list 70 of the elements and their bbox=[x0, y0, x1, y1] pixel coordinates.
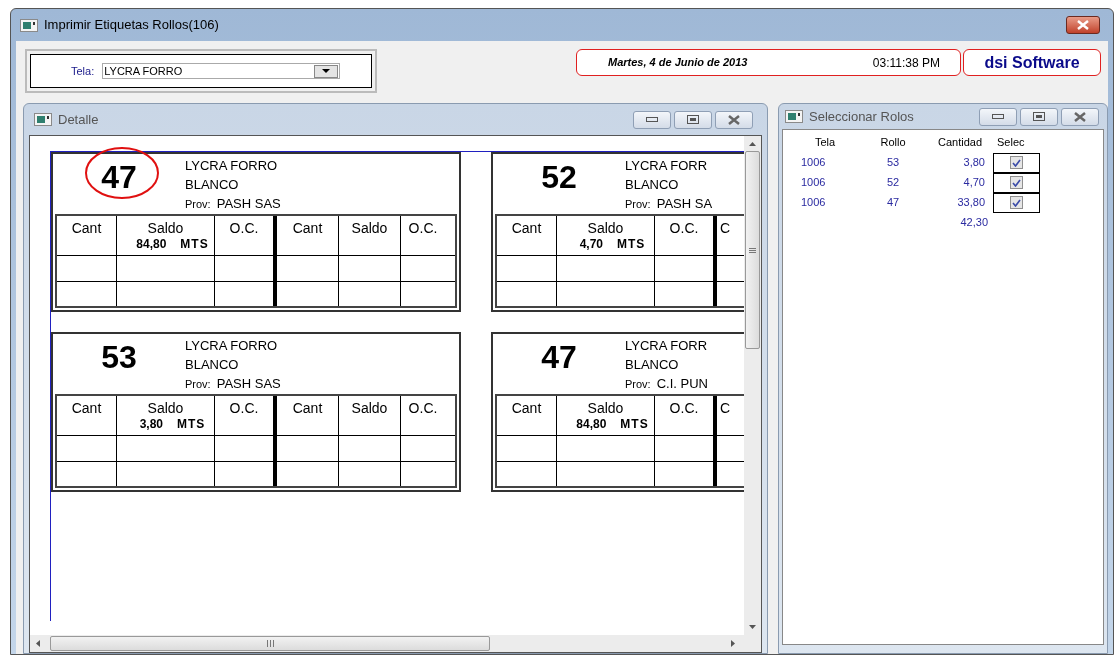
column-header: O.C. bbox=[408, 399, 438, 417]
column-header: Saldo bbox=[587, 399, 624, 417]
roll-number: 52 bbox=[541, 158, 577, 196]
provider-name: PASH SA bbox=[656, 195, 713, 213]
column-header: Cant bbox=[292, 399, 323, 417]
column-header: Cant bbox=[71, 399, 102, 417]
saldo-value: 3,80 bbox=[139, 417, 163, 431]
roll-number: 47 bbox=[541, 338, 577, 376]
unit-text: MTS bbox=[177, 417, 206, 431]
table-cell-text: 1006 bbox=[800, 155, 827, 171]
fabric-color: BLANCO bbox=[185, 356, 240, 374]
fabric-label: Tela: bbox=[71, 63, 95, 79]
saldo-value: 4,70 bbox=[579, 237, 603, 251]
select-title: Seleccionar Rolos bbox=[809, 107, 914, 126]
table-cell-text: 33,80 bbox=[956, 195, 986, 211]
window-title: Imprimir Etiquetas Rollos(106) bbox=[44, 16, 219, 35]
column-header: O.C. bbox=[408, 219, 438, 237]
provider-name: PASH SAS bbox=[216, 375, 281, 393]
column-header: C bbox=[720, 219, 731, 237]
table-cell-text: 53 bbox=[885, 155, 901, 171]
fabric-name: LYCRA FORRO bbox=[185, 337, 279, 355]
provider-name: PASH SAS bbox=[216, 195, 281, 213]
unit-text: MTS bbox=[620, 417, 649, 431]
saldo-value: 84,80 bbox=[576, 417, 607, 431]
provider-label: Prov: bbox=[185, 197, 211, 212]
unit-text: MTS bbox=[617, 237, 646, 251]
fabric-dropdown[interactable]: LYCRA FORRO bbox=[102, 63, 341, 79]
column-header: Cantidad bbox=[936, 135, 983, 150]
fabric-color: BLANCO bbox=[625, 176, 680, 194]
column-header: O.C. bbox=[669, 399, 699, 417]
provider-label: Prov: bbox=[625, 197, 651, 212]
roll-number: 53 bbox=[101, 338, 137, 376]
column-header: Saldo bbox=[351, 399, 388, 417]
column-header: O.C. bbox=[229, 219, 259, 237]
provider-name: C.I. PUN bbox=[656, 375, 708, 393]
column-header: O.C. bbox=[669, 219, 699, 237]
column-header: Cant bbox=[511, 399, 542, 417]
provider-label: Prov: bbox=[625, 377, 651, 392]
detail-title: Detalle bbox=[58, 110, 99, 129]
fabric-name: LYCRA FORR bbox=[625, 337, 708, 355]
total-value: 42,30 bbox=[959, 215, 989, 231]
saldo-value: 84,80 bbox=[136, 237, 167, 251]
time-text: 03:11:38 PM bbox=[872, 54, 940, 72]
column-header: Selec bbox=[996, 135, 1026, 150]
date-text: Martes, 4 de Junio de 2013 bbox=[608, 55, 748, 71]
table-cell-text: 52 bbox=[885, 175, 901, 191]
brand-text: dsi Software bbox=[984, 52, 1080, 73]
column-header: Rollo bbox=[879, 135, 907, 150]
table-cell-text: 3,80 bbox=[962, 155, 986, 171]
column-header: Cant bbox=[292, 219, 323, 237]
provider-label: Prov: bbox=[185, 377, 211, 392]
column-header: Cant bbox=[71, 219, 102, 237]
column-header: Saldo bbox=[351, 219, 388, 237]
roll-number: 47 bbox=[101, 158, 137, 196]
unit-text: MTS bbox=[180, 237, 209, 251]
table-cell-text: 47 bbox=[885, 195, 901, 211]
fabric-color: BLANCO bbox=[185, 176, 240, 194]
fabric-color: BLANCO bbox=[625, 356, 680, 374]
fabric-name: LYCRA FORRO bbox=[185, 157, 279, 175]
table-cell-text: 1006 bbox=[800, 195, 827, 211]
column-header: C bbox=[720, 399, 731, 417]
column-header: Saldo bbox=[587, 219, 624, 237]
column-header: O.C. bbox=[229, 399, 259, 417]
column-header: Saldo bbox=[147, 399, 184, 417]
column-header: Saldo bbox=[147, 219, 184, 237]
table-cell-text: 4,70 bbox=[962, 175, 986, 191]
column-header: Tela bbox=[813, 135, 837, 150]
column-header: Cant bbox=[511, 219, 542, 237]
table-cell-text: 1006 bbox=[800, 175, 827, 191]
fabric-name: LYCRA FORR bbox=[625, 157, 709, 175]
